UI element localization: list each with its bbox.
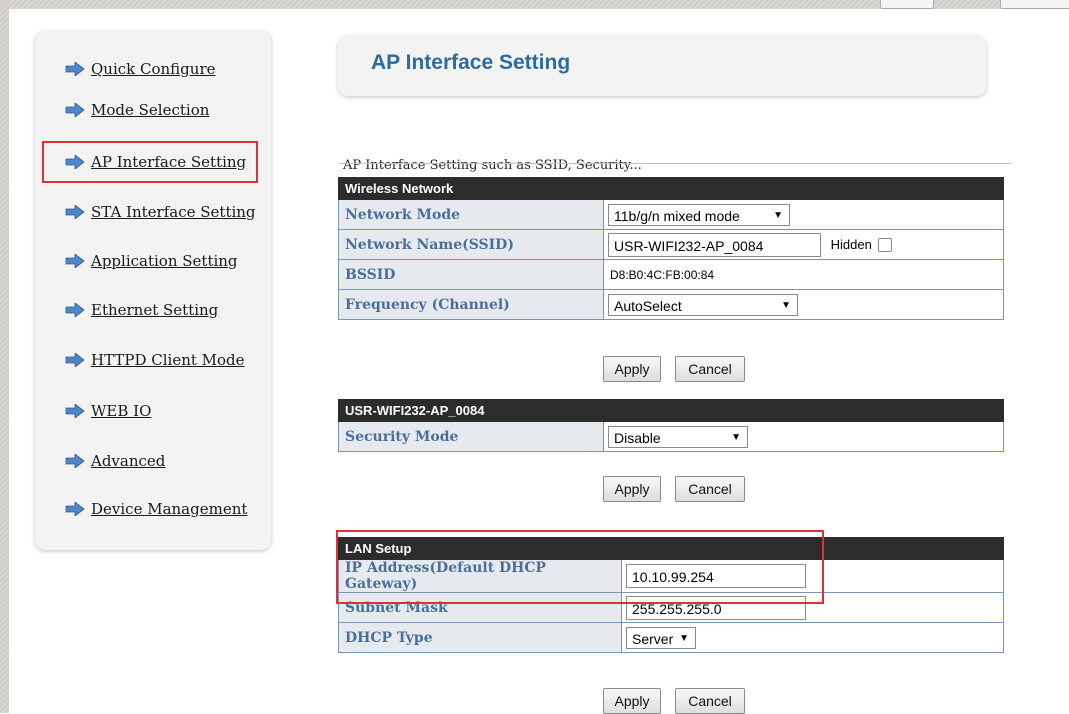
hidden-checkbox[interactable] — [878, 237, 893, 252]
divider — [339, 163, 1012, 164]
frequency-cell: AutoSelect ▼ — [603, 289, 1004, 320]
apply-button[interactable]: Apply — [603, 356, 661, 382]
page-header: AP Interface Setting — [338, 36, 986, 96]
bssid-label: BSSID — [338, 259, 604, 290]
arrow-right-icon — [65, 353, 85, 367]
sidebar-item-mode-selection[interactable]: Mode Selection — [65, 98, 209, 122]
sidebar-item-quick-configure[interactable]: Quick Configure — [65, 57, 216, 81]
arrow-right-icon — [65, 205, 85, 219]
sidebar-item-web-io[interactable]: WEB IO — [65, 399, 151, 423]
sidebar-item-label: Ethernet Setting — [91, 301, 219, 319]
arrow-right-icon — [65, 303, 85, 317]
left-border — [0, 0, 9, 713]
cancel-button[interactable]: Cancel — [675, 688, 745, 714]
sidebar-item-label: Mode Selection — [91, 101, 210, 119]
top-button-left[interactable] — [880, 0, 934, 9]
sidebar-item-label: Quick Configure — [91, 60, 216, 78]
network-mode-select[interactable]: 11b/g/n mixed mode ▼ — [608, 203, 790, 226]
ssid-label: Network Name(SSID) — [338, 229, 604, 260]
dhcp-type-select[interactable]: Server ▼ — [626, 626, 696, 649]
top-button-right[interactable] — [1000, 0, 1069, 9]
arrow-right-icon — [65, 62, 85, 76]
sidebar-nav: Quick Configure Mode Selection AP Interf… — [35, 31, 271, 550]
section-header: Wireless Network — [338, 177, 1004, 200]
sidebar-item-label: Advanced — [91, 452, 166, 470]
arrow-right-icon — [65, 502, 85, 516]
sidebar-item-application-setting[interactable]: Application Setting — [65, 249, 238, 273]
sidebar-item-label: WEB IO — [91, 402, 152, 420]
sidebar-item-label: STA Interface Setting — [91, 203, 256, 221]
cancel-button[interactable]: Cancel — [675, 476, 745, 502]
sidebar-item-label: HTTPD Client Mode — [91, 351, 245, 369]
security-table: USR-WIFI232-AP_0084 Security Mode Disabl… — [338, 399, 1004, 452]
page-description: AP Interface Setting such as SSID, Secur… — [343, 158, 642, 173]
caret-down-icon: ▼ — [781, 299, 791, 311]
sidebar-item-label: Device Management — [91, 500, 248, 518]
page-title: AP Interface Setting — [371, 51, 571, 74]
cancel-button[interactable]: Cancel — [675, 356, 745, 382]
sidebar-item-httpd-client-mode[interactable]: HTTPD Client Mode — [65, 348, 245, 372]
lan-highlight-box — [336, 530, 824, 604]
caret-down-icon: ▼ — [773, 209, 783, 221]
sidebar-item-ethernet-setting[interactable]: Ethernet Setting — [65, 298, 218, 322]
frequency-label: Frequency (Channel) — [338, 289, 604, 320]
dhcp-type-label: DHCP Type — [338, 622, 622, 653]
frequency-select[interactable]: AutoSelect ▼ — [608, 293, 798, 316]
section-header: USR-WIFI232-AP_0084 — [338, 399, 1004, 422]
arrow-right-icon — [65, 404, 85, 418]
network-mode-cell: 11b/g/n mixed mode ▼ — [603, 199, 1004, 230]
apply-button[interactable]: Apply — [603, 476, 661, 502]
sidebar-item-label: Application Setting — [91, 252, 238, 270]
arrow-right-icon — [65, 103, 85, 117]
bssid-value: D8:B0:4C:FB:00:84 — [603, 259, 1004, 290]
sidebar-item-sta-interface-setting[interactable]: STA Interface Setting — [65, 200, 256, 224]
caret-down-icon: ▼ — [679, 632, 689, 644]
caret-down-icon: ▼ — [731, 431, 741, 443]
arrow-right-icon — [65, 454, 85, 468]
network-mode-label: Network Mode — [338, 199, 604, 230]
security-mode-cell: Disable ▼ — [603, 421, 1004, 452]
wireless-network-table: Wireless Network Network Mode 11b/g/n mi… — [338, 177, 1004, 320]
selected-item-highlight — [42, 141, 258, 183]
apply-button[interactable]: Apply — [603, 688, 661, 714]
sidebar-item-device-management[interactable]: Device Management — [65, 497, 247, 521]
security-mode-label: Security Mode — [338, 421, 604, 452]
arrow-right-icon — [65, 254, 85, 268]
hidden-label: Hidden — [830, 237, 872, 252]
ssid-input[interactable]: USR-WIFI232-AP_0084 — [608, 232, 821, 257]
dhcp-type-cell: Server ▼ — [621, 622, 1004, 653]
sidebar-item-advanced[interactable]: Advanced — [65, 449, 165, 473]
security-mode-select[interactable]: Disable ▼ — [608, 425, 748, 448]
ssid-cell: USR-WIFI232-AP_0084 Hidden — [603, 229, 1004, 260]
